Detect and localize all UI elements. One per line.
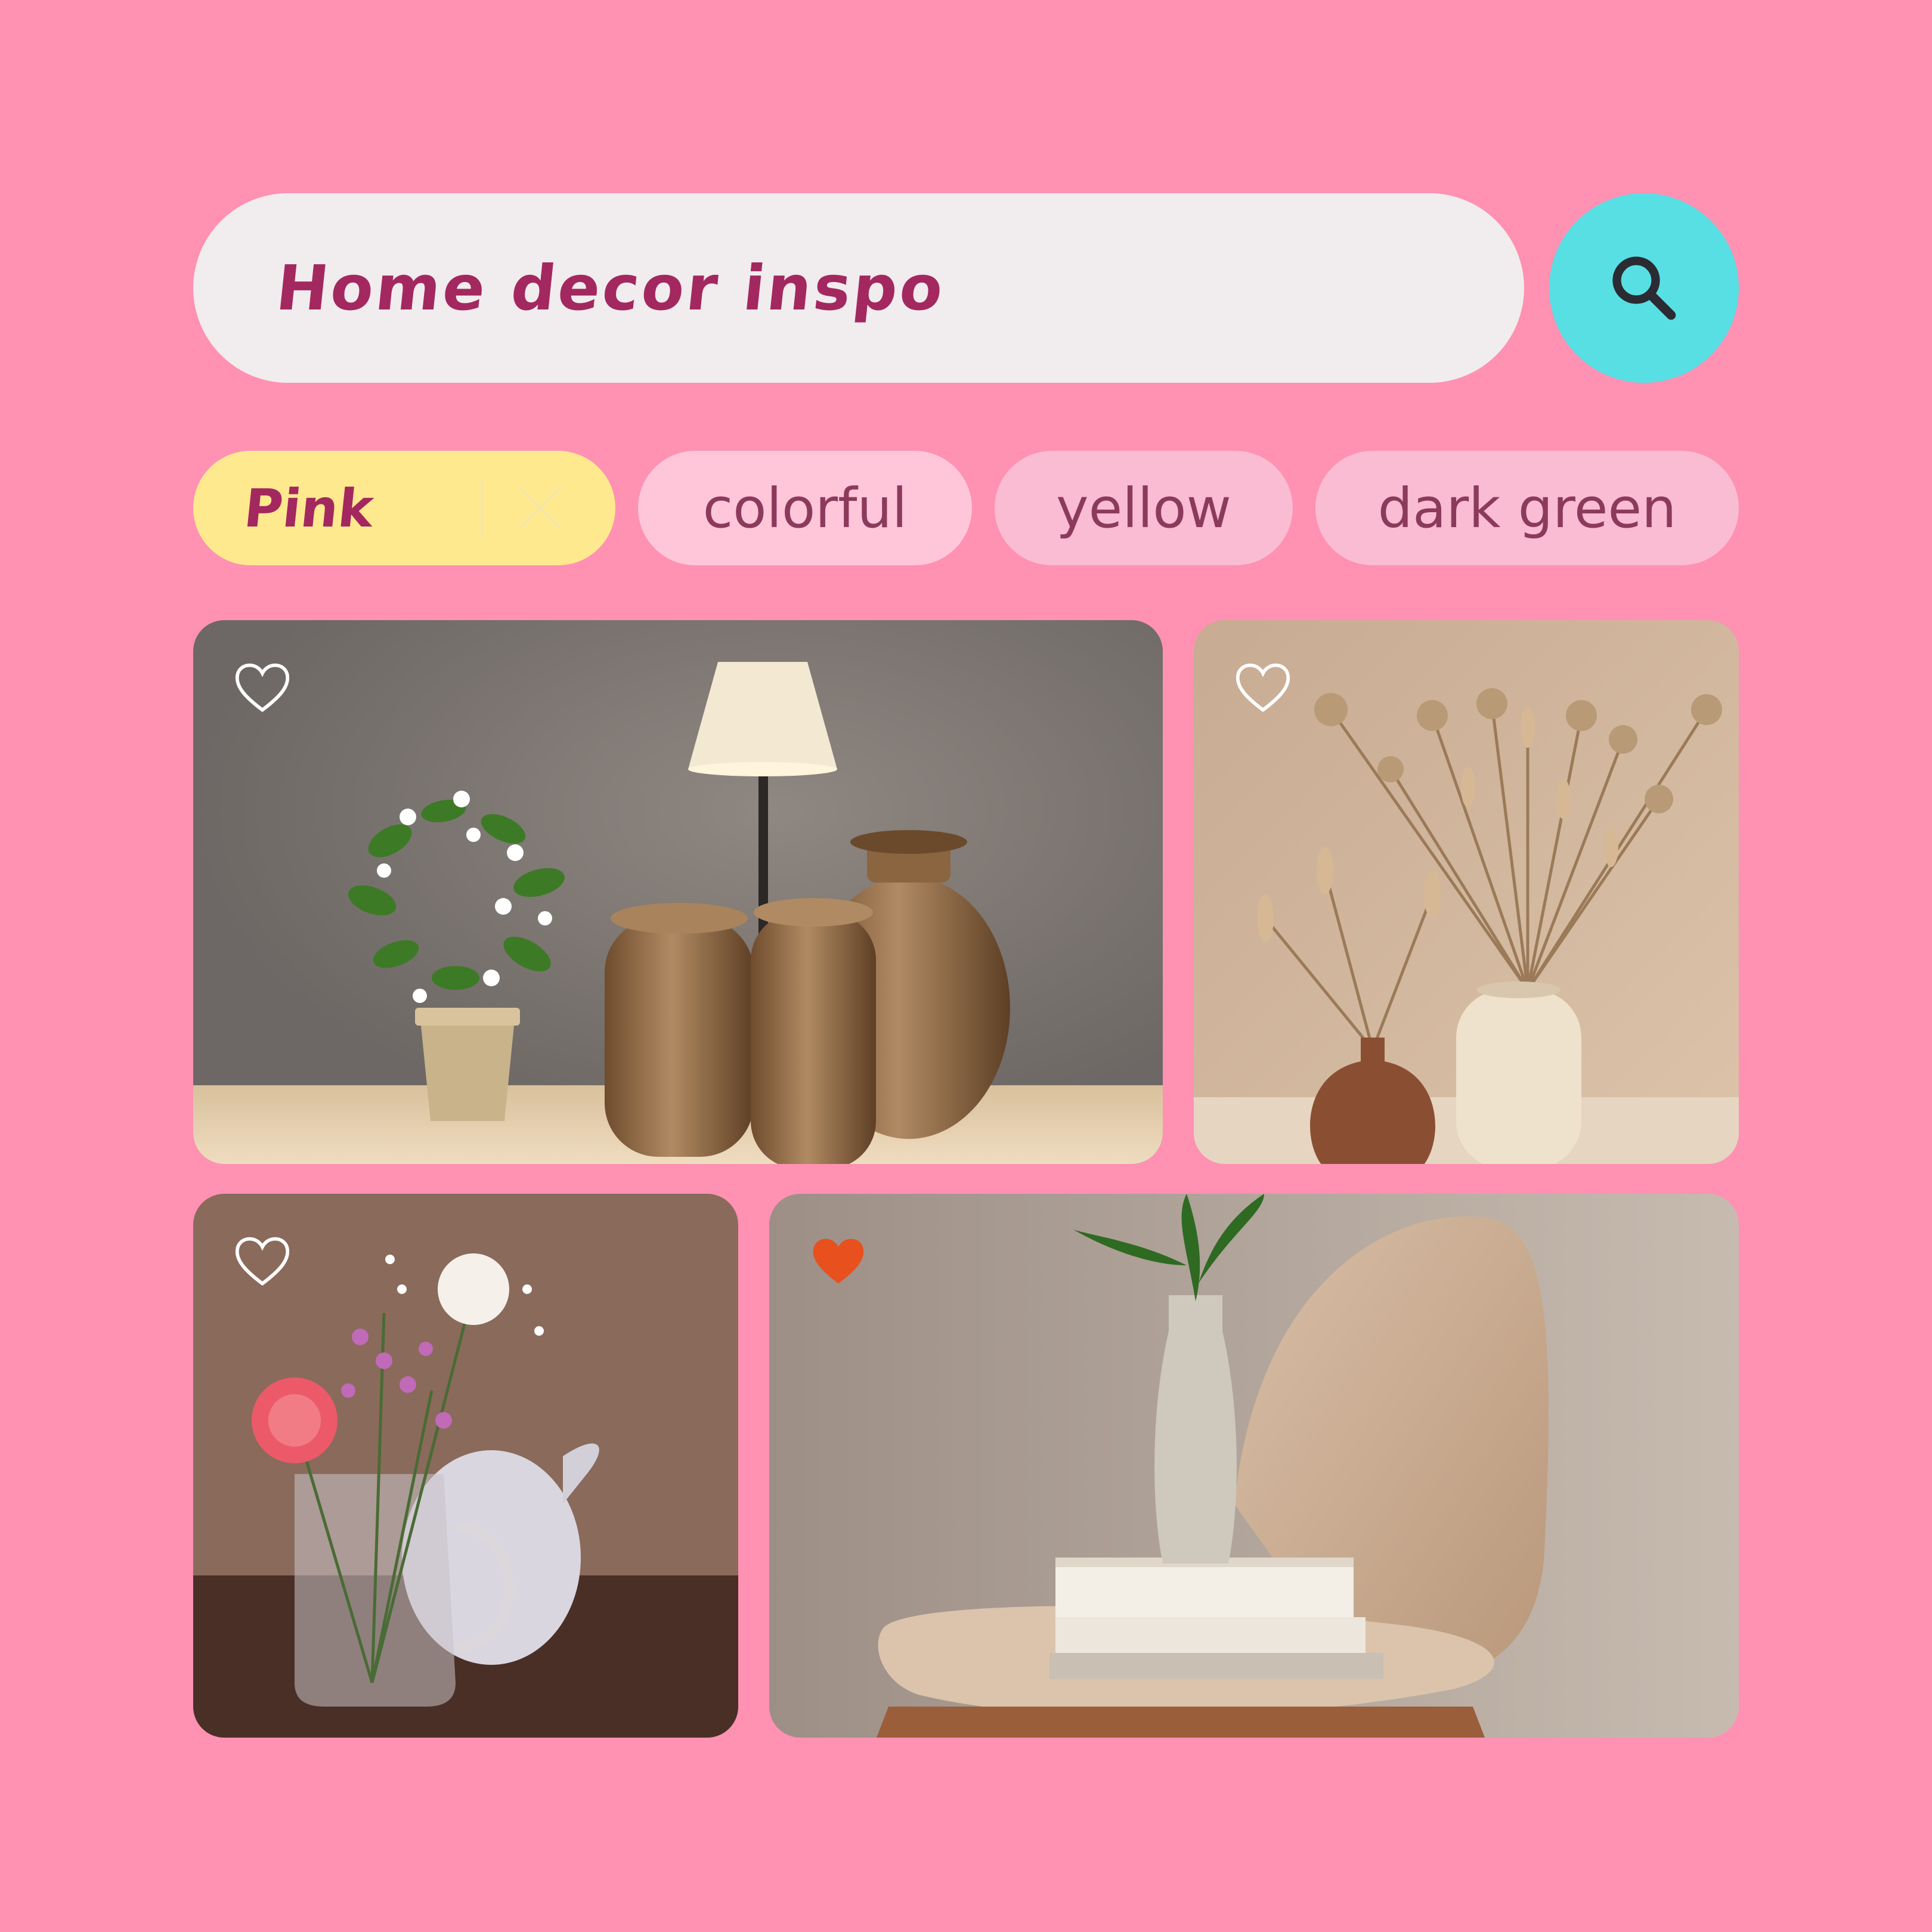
- result-card[interactable]: [1194, 620, 1739, 1164]
- filter-chip-label: dark green: [1377, 476, 1677, 540]
- favorite-heart-icon-filled[interactable]: [810, 1234, 867, 1292]
- result-card[interactable]: [193, 1194, 738, 1738]
- chip-divider: [481, 478, 483, 538]
- filter-chip-pink-active[interactable]: Pink: [193, 451, 615, 565]
- filter-chip-label: colorful: [702, 476, 908, 540]
- favorite-heart-icon[interactable]: [234, 661, 291, 718]
- search-button[interactable]: [1549, 193, 1739, 383]
- favorite-heart-icon[interactable]: [234, 1234, 291, 1292]
- filter-chip-label: yellow: [1056, 476, 1231, 540]
- favorite-heart-icon[interactable]: [1234, 661, 1292, 718]
- photo-wooden-vases-lamp: [193, 620, 1163, 1164]
- close-icon[interactable]: [514, 482, 566, 534]
- filter-chip-colorful[interactable]: colorful: [638, 451, 972, 565]
- photo-vase-on-chair: [769, 1194, 1739, 1738]
- search-query-text: Home decor inspo: [273, 252, 949, 324]
- search-icon: [1612, 256, 1676, 320]
- result-card[interactable]: [769, 1194, 1739, 1738]
- search-input[interactable]: Home decor inspo: [193, 193, 1524, 383]
- filter-chip-label: Pink: [241, 477, 377, 539]
- filter-chip-dark-green[interactable]: dark green: [1315, 451, 1739, 565]
- result-card[interactable]: [193, 620, 1163, 1164]
- filter-chip-yellow[interactable]: yellow: [995, 451, 1293, 565]
